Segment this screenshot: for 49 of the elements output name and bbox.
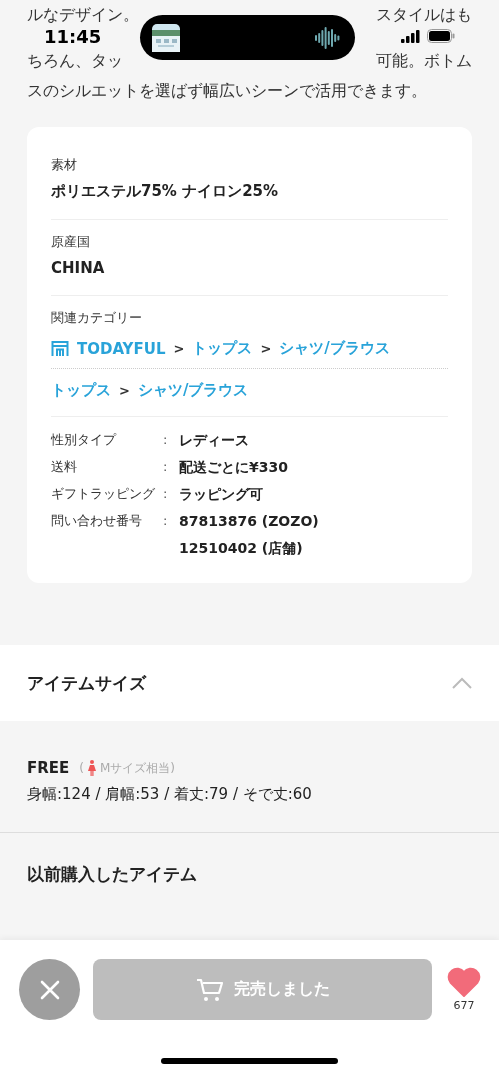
category-link[interactable]: シャツ/ブラウス — [137, 381, 249, 400]
breadcrumb-separator: > — [173, 341, 185, 356]
favorite-count: 677 — [453, 999, 475, 1012]
size-name: FREE — [27, 759, 70, 777]
detail-colon: : — [163, 512, 169, 530]
size-measurements: 身幅:124 / 肩幅:53 / 着丈:79 / そで丈:60 — [27, 785, 313, 804]
detail-colon: : — [163, 458, 169, 476]
section-title: アイテムサイズ — [27, 671, 146, 695]
category-link[interactable]: トップス — [51, 381, 111, 400]
battery-icon — [427, 29, 455, 43]
description-text: ちろん、タッ — [27, 51, 123, 72]
detail-value: ラッピング可 — [179, 485, 264, 503]
detail-label: 送料 — [51, 458, 78, 476]
detail-label: ギフトラッピング — [51, 485, 156, 503]
close-button[interactable] — [19, 959, 80, 1020]
detail-value: 配送ごとに¥330 — [179, 458, 289, 476]
spec-value: CHINA — [51, 259, 106, 277]
description-text: 可能。ボトム — [376, 51, 472, 72]
detail-label: 問い合わせ番号 — [51, 512, 143, 530]
shop-icon — [51, 340, 69, 357]
heart-icon[interactable] — [447, 967, 481, 997]
close-icon — [38, 978, 61, 1001]
category-link[interactable]: トップス — [192, 339, 253, 358]
spec-label: 原産国 — [51, 234, 91, 251]
breadcrumb-separator: > — [119, 383, 130, 398]
spec-label: 素材 — [51, 157, 78, 174]
size-note-paren: ( — [79, 761, 84, 775]
category-link[interactable]: TODAYFUL — [77, 339, 166, 358]
detail-value: レディース — [179, 431, 250, 449]
breadcrumb-separator: > — [260, 341, 272, 356]
detail-label: 性別タイプ — [51, 431, 118, 449]
status-time: 11:45 — [44, 26, 102, 48]
spec-value: ポリエステル75% ナイロン25% — [51, 182, 280, 201]
detail-colon: : — [163, 431, 169, 449]
size-note: Mサイズ相当) — [100, 759, 176, 777]
waveform-icon — [315, 25, 341, 50]
chevron-up-icon[interactable] — [452, 677, 472, 689]
cart-icon — [195, 977, 224, 1002]
detail-value: 87813876 (ZOZO) — [179, 512, 320, 530]
description-text: スタイルはも — [376, 5, 472, 26]
spec-label: 関連カテゴリー — [51, 310, 143, 327]
section-title: 以前購入したアイテム — [27, 864, 197, 884]
description-text: スのシルエットを選ばず幅広いシーンで活用できます。 — [27, 81, 427, 102]
category-link[interactable]: シャツ/ブラウス — [279, 339, 390, 358]
detail-colon: : — [163, 485, 169, 503]
woman-figure-icon — [88, 760, 96, 776]
detail-value: 12510402 (店舗) — [179, 539, 304, 557]
signal-icon — [401, 29, 421, 43]
description-text: ルなデザイン。 — [27, 5, 139, 26]
